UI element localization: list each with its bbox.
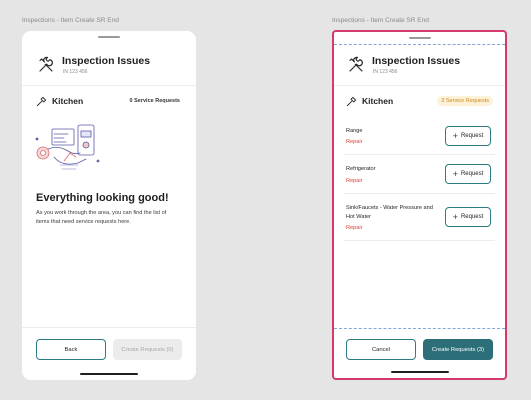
hammer-icon xyxy=(36,96,47,107)
wrench-screwdriver-icon xyxy=(349,56,363,72)
cancel-button[interactable]: Cancel xyxy=(346,339,416,360)
plus-icon: + xyxy=(452,168,458,179)
frame-label-left: Inspections - Item Create SR End xyxy=(22,17,119,24)
item-divider xyxy=(344,193,495,194)
item-name: Refrigerator xyxy=(346,166,376,172)
empty-state-body: As you work through the area, you can fi… xyxy=(36,210,167,225)
room-name: Kitchen xyxy=(362,96,394,106)
item-name: Sink/Faucets - Water Pressure and Hot Wa… xyxy=(346,205,433,220)
divider xyxy=(22,85,196,86)
page-title: Inspection Issues xyxy=(372,55,461,67)
item-divider xyxy=(344,154,495,155)
request-button-label: Request xyxy=(460,214,484,220)
empty-state-illustration xyxy=(35,124,100,170)
guide-line-top xyxy=(334,44,505,45)
request-button-label: Request xyxy=(460,171,484,177)
sheet-grabber[interactable] xyxy=(98,36,120,38)
sheet-grabber[interactable] xyxy=(408,37,431,39)
frame-label-right: Inspections - Item Create SR End xyxy=(332,17,429,24)
plus-icon: + xyxy=(452,211,458,222)
create-requests-button[interactable]: Create Requests (3) xyxy=(423,339,493,360)
service-request-badge: 3 Service Requests xyxy=(437,96,493,106)
item-name: Range xyxy=(346,128,363,134)
request-button[interactable]: + Request xyxy=(445,164,491,184)
phone-screen-empty: Inspection Issues IN 123 456 Kitchen 0 S… xyxy=(22,31,196,380)
hammer-icon xyxy=(346,96,357,107)
request-button[interactable]: + Request xyxy=(445,126,491,146)
inspection-id: IN 123 456 xyxy=(63,69,88,75)
service-request-count: 0 Service Requests xyxy=(129,98,180,104)
guide-line-bottom xyxy=(334,328,505,329)
create-requests-button[interactable]: Create Requests (0) xyxy=(113,339,182,360)
repair-tag: Repair xyxy=(346,178,363,184)
home-indicator xyxy=(390,371,449,373)
empty-state-title: Everything looking good! xyxy=(36,192,169,204)
request-button[interactable]: + Request xyxy=(445,207,491,227)
back-button[interactable]: Back xyxy=(36,339,106,360)
home-indicator xyxy=(80,373,138,375)
phone-screen-requests: Inspection Issues IN 123 456 Kitchen 3 S… xyxy=(332,30,507,380)
inspection-id: IN 123 456 xyxy=(373,69,398,75)
room-name: Kitchen xyxy=(52,96,84,106)
plus-icon: + xyxy=(452,130,458,141)
repair-tag: Repair xyxy=(346,139,363,145)
request-button-label: Request xyxy=(460,133,484,139)
wrench-screwdriver-icon xyxy=(39,56,53,72)
repair-tag: Repair xyxy=(346,225,363,231)
footer-divider xyxy=(22,327,196,328)
page-title: Inspection Issues xyxy=(62,55,151,67)
item-divider xyxy=(344,240,495,241)
divider xyxy=(334,85,505,86)
